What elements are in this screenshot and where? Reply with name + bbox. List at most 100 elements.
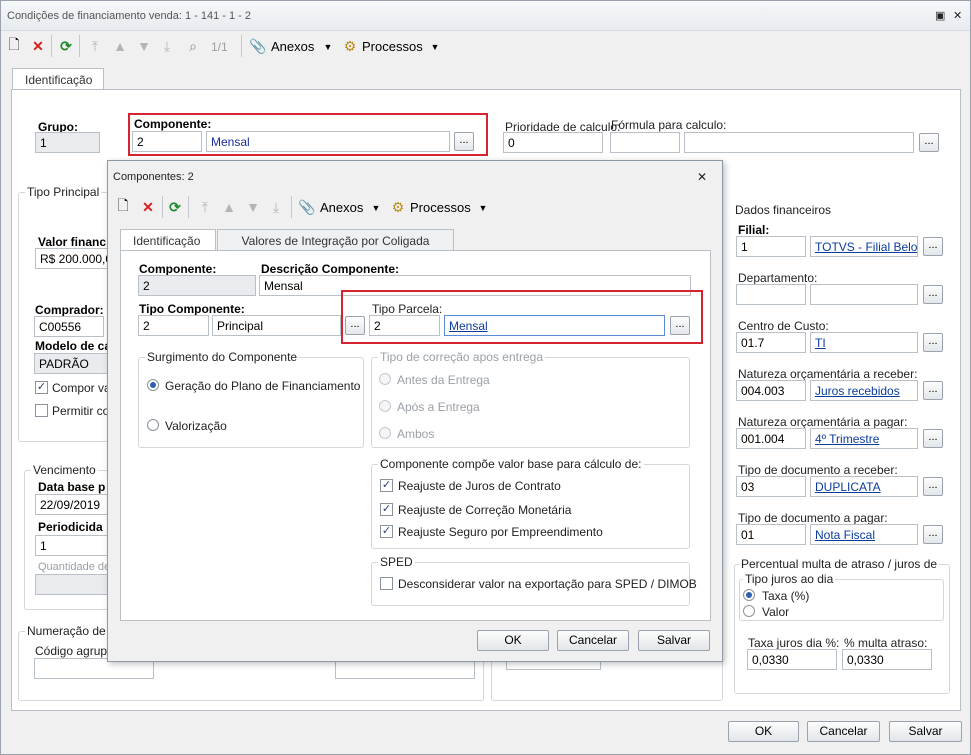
- seguro-empreendimento-checkbox[interactable]: ✓: [380, 525, 393, 538]
- doc-pagar-lookup-button[interactable]: ...: [923, 525, 943, 544]
- new-icon[interactable]: 🗋: [5, 36, 23, 55]
- surgimento-valorizacao-label: Valorização: [165, 419, 227, 433]
- filial-lookup-button[interactable]: ...: [923, 237, 943, 256]
- previous-record-icon[interactable]: ▲: [111, 37, 129, 55]
- dialog-componente-label: Componente:: [139, 262, 217, 276]
- sped-label: Desconsiderar valor na exportação para S…: [398, 577, 697, 591]
- first-record-icon[interactable]: ⤒: [86, 37, 104, 55]
- correcao-ambos-radio[interactable]: [379, 427, 391, 439]
- permitir-checkbox[interactable]: [35, 404, 48, 417]
- departamento-code-field[interactable]: [736, 284, 806, 305]
- title-bar: Condições de financiamento venda: 1 - 14…: [1, 1, 970, 31]
- gear-icon[interactable]: ⚙: [389, 198, 407, 216]
- quantidade-field: [35, 574, 115, 595]
- sped-checkbox[interactable]: [380, 577, 393, 590]
- refresh-icon[interactable]: ⟳: [166, 198, 184, 216]
- tipo-componente-name-field[interactable]: Principal: [212, 315, 341, 336]
- prioridade-field[interactable]: 0: [503, 132, 603, 153]
- correcao-antes-radio[interactable]: [379, 373, 391, 385]
- modelo-field[interactable]: PADRÃO: [34, 353, 114, 374]
- multa-label: % multa atraso:: [844, 636, 928, 650]
- doc-receber-lookup-button[interactable]: ...: [923, 477, 943, 496]
- record-counter: 1/1: [211, 40, 228, 54]
- last-record-icon[interactable]: ⤓: [267, 198, 285, 216]
- formula-desc-field[interactable]: [684, 132, 914, 153]
- dialog-ok-button[interactable]: OK: [477, 630, 549, 651]
- formula-code-field[interactable]: [610, 132, 680, 153]
- dialog-tab-identificacao[interactable]: Identificação: [120, 229, 216, 251]
- doc-pagar-name-link[interactable]: Nota Fiscal: [810, 524, 918, 545]
- chevron-down-icon[interactable]: ▼: [319, 38, 337, 56]
- chevron-down-icon[interactable]: ▼: [474, 199, 492, 217]
- main-save-button[interactable]: Salvar: [889, 721, 962, 742]
- valor-radio[interactable]: [743, 605, 755, 617]
- gear-icon[interactable]: ⚙: [341, 37, 359, 55]
- departamento-lookup-button[interactable]: ...: [923, 285, 943, 304]
- base-calculo-title: Componente compõe valor base para cálcul…: [378, 457, 644, 471]
- anexos-menu[interactable]: Anexos: [271, 39, 314, 54]
- doc-receber-name-link[interactable]: DUPLICATA: [810, 476, 918, 497]
- nat-pagar-code-field[interactable]: 001.004: [736, 428, 806, 449]
- formula-lookup-button[interactable]: ...: [919, 133, 939, 152]
- nat-pagar-name-link[interactable]: 4º Trimestre: [810, 428, 918, 449]
- centro-custo-lookup-button[interactable]: ...: [923, 333, 943, 352]
- dialog-save-button[interactable]: Salvar: [638, 630, 710, 651]
- componentes-dialog: Componentes: 2 ✕ 🗋 ✕ ⟳ ⤒ ▲ ▼ ⤓ 📎 Anexos …: [107, 160, 723, 662]
- centro-custo-name-link[interactable]: TI: [810, 332, 918, 353]
- tab-identificacao[interactable]: Identificação: [12, 68, 104, 90]
- departamento-name-field[interactable]: [810, 284, 918, 305]
- dados-financeiros-title: Dados financeiros: [735, 203, 832, 217]
- first-record-icon[interactable]: ⤒: [196, 198, 214, 216]
- chevron-down-icon[interactable]: ▼: [367, 199, 385, 217]
- nat-pagar-lookup-button[interactable]: ...: [923, 429, 943, 448]
- data-base-field[interactable]: 22/09/2019: [35, 494, 115, 515]
- correcao-antes-label: Antes da Entrega: [397, 373, 490, 387]
- dialog-processos-menu[interactable]: Processos: [410, 200, 471, 215]
- surgimento-geracao-radio[interactable]: [147, 379, 159, 391]
- paperclip-icon[interactable]: 📎: [298, 198, 316, 216]
- previous-record-icon[interactable]: ▲: [220, 198, 238, 216]
- surgimento-group: Surgimento do Componente: [138, 350, 364, 448]
- delete-icon[interactable]: ✕: [29, 37, 47, 55]
- main-ok-button[interactable]: OK: [728, 721, 799, 742]
- correcao-monetaria-checkbox[interactable]: ✓: [380, 503, 393, 516]
- next-record-icon[interactable]: ▼: [244, 198, 262, 216]
- surgimento-valorizacao-radio[interactable]: [147, 419, 159, 431]
- valor-financ-field[interactable]: R$ 200.000,0(: [35, 248, 115, 269]
- filial-name-link[interactable]: TOTVS - Filial Belo Ho: [810, 236, 918, 257]
- refresh-icon[interactable]: ⟳: [57, 37, 75, 55]
- doc-receber-code-field[interactable]: 03: [736, 476, 806, 497]
- dialog-close-icon[interactable]: ✕: [697, 170, 707, 184]
- delete-icon[interactable]: ✕: [139, 198, 157, 216]
- correcao-apos-radio[interactable]: [379, 400, 391, 412]
- chevron-down-icon[interactable]: ▼: [426, 38, 444, 56]
- processos-menu[interactable]: Processos: [362, 39, 423, 54]
- new-icon[interactable]: 🗋: [114, 197, 132, 216]
- periodicidade-field[interactable]: 1: [35, 535, 115, 556]
- dialog-cancel-button[interactable]: Cancelar: [557, 630, 629, 651]
- comprador-field[interactable]: C00556: [34, 316, 104, 337]
- juros-contrato-checkbox[interactable]: ✓: [380, 479, 393, 492]
- main-cancel-button[interactable]: Cancelar: [807, 721, 880, 742]
- restore-icon[interactable]: ▣: [935, 9, 945, 22]
- close-icon[interactable]: ✕: [953, 9, 962, 22]
- next-record-icon[interactable]: ▼: [135, 37, 153, 55]
- nat-receber-code-field[interactable]: 004.003: [736, 380, 806, 401]
- centro-custo-code-field[interactable]: 01.7: [736, 332, 806, 353]
- paperclip-icon[interactable]: 📎: [249, 37, 267, 55]
- search-icon[interactable]: ⌕: [184, 37, 202, 55]
- doc-pagar-code-field[interactable]: 01: [736, 524, 806, 545]
- nat-receber-lookup-button[interactable]: ...: [923, 381, 943, 400]
- tipo-componente-code-field[interactable]: 2: [138, 315, 209, 336]
- multa-field[interactable]: 0,0330: [842, 649, 932, 670]
- dialog-title: Componentes: 2: [113, 171, 194, 183]
- last-record-icon[interactable]: ⤓: [158, 37, 176, 55]
- dialog-tab-valores[interactable]: Valores de Integração por Coligada: [217, 229, 454, 251]
- taxa-radio[interactable]: [743, 589, 755, 601]
- filial-code-field[interactable]: 1: [736, 236, 806, 257]
- nat-receber-name-link[interactable]: Juros recebidos: [810, 380, 918, 401]
- sped-title: SPED: [378, 555, 415, 569]
- dialog-anexos-menu[interactable]: Anexos: [320, 200, 363, 215]
- compor-checkbox[interactable]: ✓: [35, 381, 48, 394]
- taxa-juros-field[interactable]: 0,0330: [747, 649, 837, 670]
